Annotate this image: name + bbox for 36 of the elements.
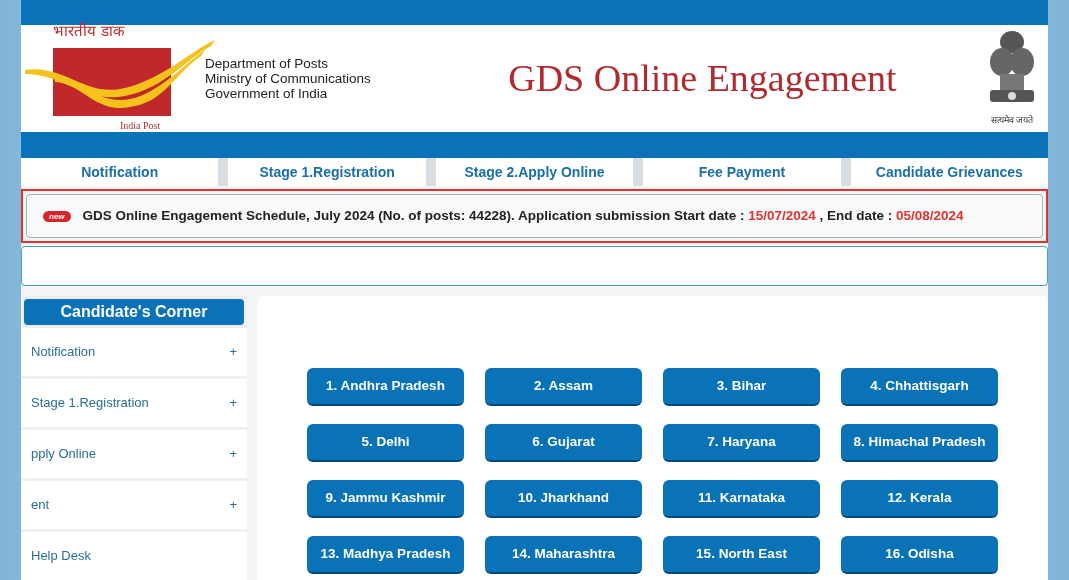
circle-button[interactable]: 6. Gujarat xyxy=(485,424,642,462)
department-text: Government of India xyxy=(205,85,329,101)
nav-tab[interactable]: Candidate Grievances xyxy=(850,158,1049,187)
circle-button[interactable]: 10. Jharkhand xyxy=(485,480,642,518)
logo-hindi-text: भारतीय डाक xyxy=(53,20,125,42)
department-text: Ministry of Communications xyxy=(205,70,371,86)
circle-button[interactable]: 5. Delhi xyxy=(307,424,464,462)
circle-button[interactable]: 9. Jammu Kashmir xyxy=(307,480,464,518)
logo-caption: India Post xyxy=(120,118,161,133)
new-badge: new xyxy=(43,210,71,222)
circle-button[interactable]: 15. North East xyxy=(663,536,820,574)
emblem-motto: सत्यमेव जयते xyxy=(990,114,1034,128)
notice-text: GDS Online Engagement Schedule, July 2024 (No. of posts: 44228). Application submission Start date : 15/07/2024 , End date : 05/08/2024 xyxy=(82,207,964,226)
site-title: GDS Online Engagement xyxy=(508,55,897,101)
circle-button[interactable]: 16. Odisha xyxy=(841,536,998,574)
sidebar-title: Candidate's Corner xyxy=(24,299,244,325)
department-text: Department of Posts xyxy=(205,55,330,71)
circle-button[interactable]: 1. Andhra Pradesh xyxy=(307,368,464,406)
circle-button[interactable]: 2. Assam xyxy=(485,368,642,406)
sidebar-item[interactable]: Notification + xyxy=(21,328,247,376)
sidebar-item[interactable]: Help Desk xyxy=(21,532,247,580)
nav-tab[interactable]: Notification xyxy=(21,158,219,187)
circle-button[interactable]: 8. Himachal Pradesh xyxy=(841,424,998,462)
circle-button[interactable]: 12. Kerala xyxy=(841,480,998,518)
circle-button[interactable]: 3. Bihar xyxy=(663,368,820,406)
circle-button[interactable]: 13. Madhya Pradesh xyxy=(307,536,464,574)
sidebar-item[interactable]: pply Online + xyxy=(21,430,247,478)
circle-button[interactable]: 14. Maharashtra xyxy=(485,536,642,574)
nav-tab[interactable]: Stage 1.Registration xyxy=(228,158,426,187)
sidebar-item[interactable]: ent + xyxy=(21,481,247,529)
sidebar-item[interactable]: Stage 1.Registration + xyxy=(21,379,247,427)
circle-button[interactable]: 11. Karnataka xyxy=(663,480,820,518)
circle-button[interactable]: 4. Chhattisgarh xyxy=(841,368,998,406)
circle-button[interactable]: 7. Haryana xyxy=(663,424,820,462)
nav-tab[interactable]: Fee Payment xyxy=(643,158,841,187)
nav-tab[interactable]: Stage 2.Apply Online xyxy=(435,158,634,187)
